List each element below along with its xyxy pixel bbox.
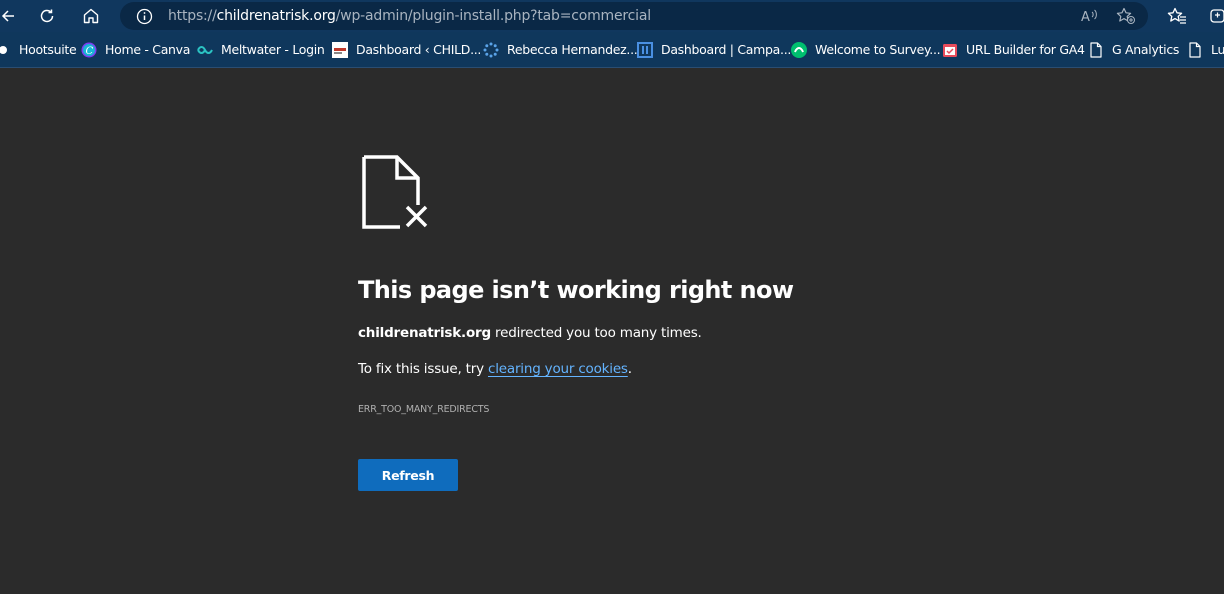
bookmark-label: G Analytics	[1112, 42, 1180, 57]
url-path: /wp-admin/plugin-install.php?tab=commerc…	[335, 8, 651, 24]
address-bar[interactable]: https://childrenatrisk.org/wp-admin/plug…	[120, 2, 1148, 30]
browser-toolbar: https://childrenatrisk.org/wp-admin/plug…	[0, 0, 1224, 32]
bookmark-label: Rebecca Hernandez...	[507, 42, 638, 57]
refresh-icon[interactable]	[35, 4, 59, 28]
bookmark-label: Meltwater - Login	[221, 42, 325, 57]
hootsuite-icon	[0, 42, 11, 58]
bookmark-label: Dashboard | Campa...	[661, 42, 792, 57]
fix-suffix: .	[627, 361, 632, 377]
bookmark-dashboard-child[interactable]: Dashboard ‹ CHILD...	[332, 32, 481, 67]
bookmark-lu[interactable]: Lu	[1187, 32, 1224, 67]
add-favorite-icon[interactable]	[1116, 7, 1136, 30]
url-domain: childrenatrisk.org	[216, 8, 336, 24]
page-icon	[1187, 41, 1203, 58]
canva-icon: C	[81, 42, 97, 58]
svg-text:C: C	[86, 46, 94, 57]
bookmark-hootsuite[interactable]: Hootsuite	[0, 32, 77, 67]
bookmark-dashboard-campaign[interactable]: Dashboard | Campa...	[637, 32, 791, 67]
bookmark-g-analytics[interactable]: G Analytics	[1088, 32, 1179, 67]
spinner-icon	[483, 42, 499, 58]
back-icon[interactable]	[0, 4, 20, 28]
wordpress-site-icon	[332, 41, 348, 58]
bookmark-label: Dashboard ‹ CHILD...	[356, 42, 482, 57]
fix-prefix: To fix this issue, try	[358, 361, 488, 377]
bookmarks-bar: Hootsuite C Home - Canva Meltwater - Log…	[0, 32, 1224, 68]
campaign-icon	[637, 41, 653, 58]
collections-icon[interactable]	[1206, 4, 1224, 28]
bookmark-meltwater[interactable]: Meltwater - Login	[197, 32, 325, 67]
bookmark-label: URL Builder for GA4	[966, 42, 1085, 57]
bookmark-rebecca[interactable]: Rebecca Hernandez...	[483, 32, 638, 67]
bookmark-survey[interactable]: Welcome to Survey...	[791, 32, 941, 67]
bookmark-label: Hootsuite	[19, 42, 77, 57]
read-aloud-icon[interactable]: A	[1080, 7, 1100, 30]
error-domain: childrenatrisk.org	[358, 325, 491, 341]
error-message-text: redirected you too many times.	[490, 325, 702, 341]
surveymonkey-icon	[791, 41, 807, 58]
favorites-icon[interactable]	[1165, 4, 1189, 28]
error-code: ERR_TOO_MANY_REDIRECTS	[358, 404, 490, 415]
broken-page-icon	[362, 155, 432, 236]
bookmark-url-builder[interactable]: URL Builder for GA4	[942, 32, 1085, 67]
meltwater-icon	[197, 42, 213, 58]
page-icon	[1088, 41, 1104, 58]
url-scheme: https://	[168, 8, 217, 24]
home-icon[interactable]	[79, 4, 103, 28]
error-title: This page isn’t working right now	[358, 276, 794, 304]
site-info-icon[interactable]	[136, 8, 153, 30]
bookmark-label: Home - Canva	[105, 42, 191, 57]
address-url[interactable]: https://childrenatrisk.org/wp-admin/plug…	[168, 8, 651, 24]
calendar-check-icon	[942, 42, 958, 58]
error-message: childrenatrisk.org redirected you too ma…	[358, 325, 702, 341]
svg-text:A: A	[1081, 10, 1090, 25]
bookmark-label: Lu	[1211, 42, 1224, 57]
bookmark-label: Welcome to Survey...	[815, 42, 941, 57]
clear-cookies-link[interactable]: clearing your cookies	[488, 361, 628, 377]
bookmark-canva[interactable]: C Home - Canva	[81, 32, 190, 67]
fix-suggestion: To fix this issue, try clearing your coo…	[358, 361, 632, 377]
refresh-button[interactable]: Refresh	[358, 459, 458, 491]
